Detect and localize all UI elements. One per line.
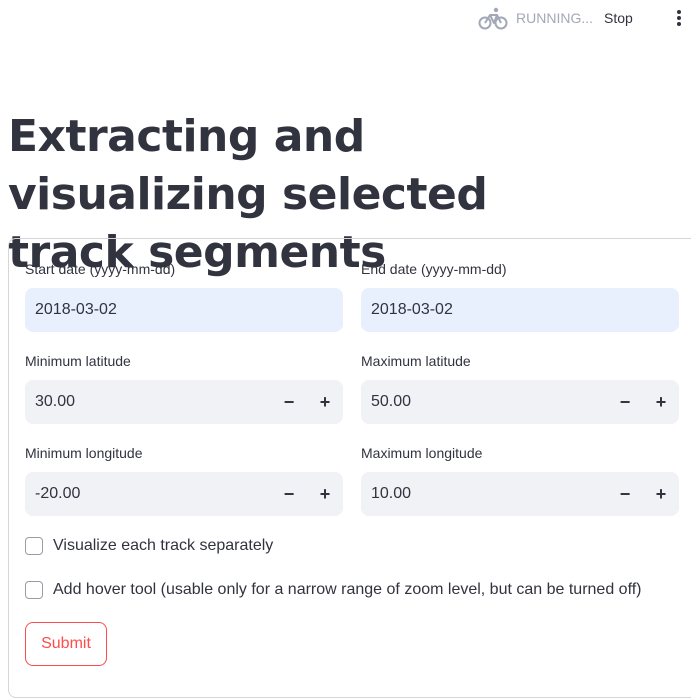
min-latitude-label: Minimum latitude — [25, 353, 131, 369]
max-latitude-label: Maximum latitude — [361, 353, 471, 369]
vertical-dots-icon — [677, 10, 681, 14]
max-latitude-decrement-button[interactable]: − — [609, 380, 641, 424]
min-longitude-label: Minimum longitude — [25, 445, 143, 461]
min-longitude-decrement-button[interactable]: − — [273, 472, 305, 516]
running-status: RUNNING... — [478, 6, 593, 30]
hover-tool-checkbox[interactable] — [25, 581, 43, 599]
max-longitude-value[interactable]: 10.00 — [371, 472, 411, 516]
end-date-input[interactable]: 2018-03-02 — [361, 288, 679, 332]
min-latitude-increment-button[interactable]: + — [309, 380, 341, 424]
vertical-dots-icon-dot — [677, 16, 681, 20]
hover-tool-label[interactable]: Add hover tool (usable only for a narrow… — [53, 581, 642, 599]
min-latitude-value[interactable]: 30.00 — [35, 380, 75, 424]
max-latitude-input[interactable]: 50.00 − + — [361, 380, 679, 424]
max-longitude-label: Maximum longitude — [361, 445, 483, 461]
max-latitude-value[interactable]: 50.00 — [371, 380, 411, 424]
min-latitude-input[interactable]: 30.00 − + — [25, 380, 343, 424]
min-longitude-increment-button[interactable]: + — [309, 472, 341, 516]
start-date-label: Start date (yyyy-mm-dd) — [25, 261, 176, 277]
hover-tool-option[interactable]: Add hover tool (usable only for a narrow… — [25, 581, 642, 599]
max-longitude-decrement-button[interactable]: − — [609, 472, 641, 516]
visualize-separately-label[interactable]: Visualize each track separately — [53, 537, 273, 555]
max-longitude-increment-button[interactable]: + — [645, 472, 677, 516]
bicycle-icon — [478, 7, 508, 30]
top-toolbar: RUNNING... Stop — [0, 0, 691, 40]
start-date-input[interactable]: 2018-03-02 — [25, 288, 343, 332]
max-latitude-increment-button[interactable]: + — [645, 380, 677, 424]
vertical-dots-icon-dot — [677, 22, 681, 26]
end-date-label: End date (yyyy-mm-dd) — [361, 261, 507, 277]
min-longitude-input[interactable]: -20.00 − + — [25, 472, 343, 516]
visualize-separately-option[interactable]: Visualize each track separately — [25, 537, 273, 555]
min-latitude-decrement-button[interactable]: − — [273, 380, 305, 424]
main-menu-button[interactable] — [672, 8, 686, 28]
visualize-separately-checkbox[interactable] — [25, 537, 43, 555]
stop-button[interactable]: Stop — [604, 6, 633, 30]
status-text: RUNNING... — [516, 10, 593, 26]
max-longitude-input[interactable]: 10.00 − + — [361, 472, 679, 516]
min-longitude-value[interactable]: -20.00 — [35, 472, 80, 516]
submit-button[interactable]: Submit — [25, 622, 107, 666]
